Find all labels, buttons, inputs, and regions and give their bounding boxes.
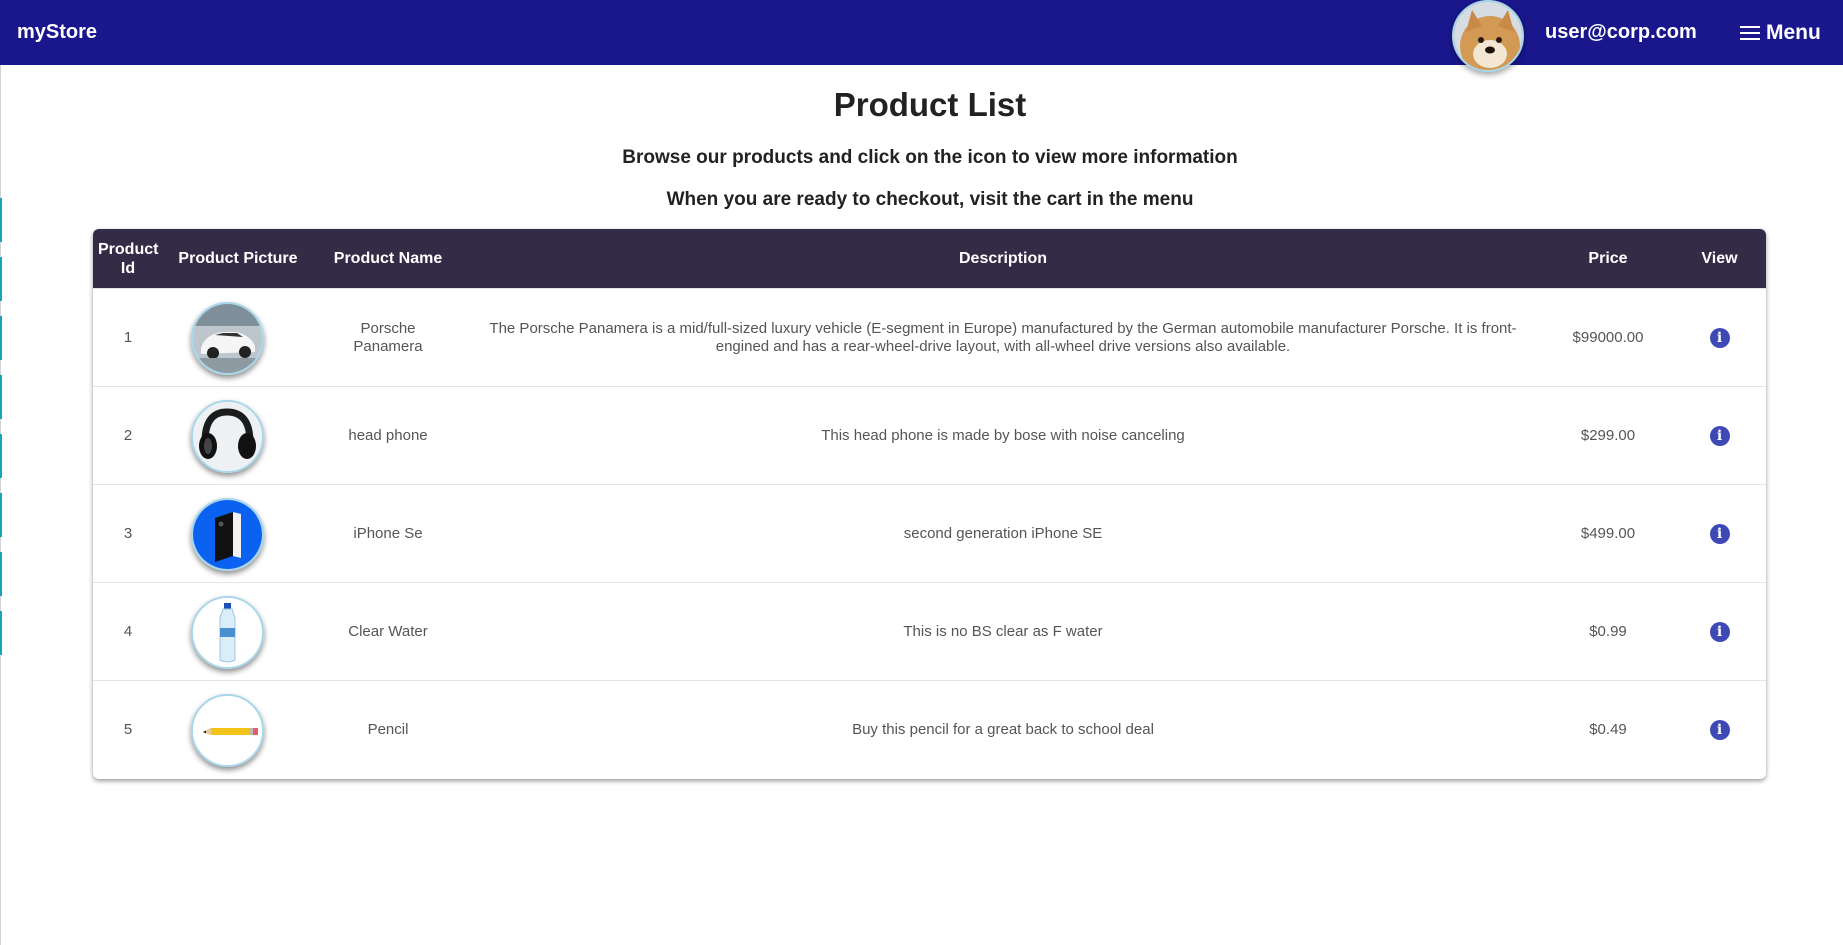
table-row: 3 iPhone Se second generation iPhone SE … (93, 484, 1766, 582)
info-icon[interactable]: i (1709, 622, 1730, 642)
product-table: Product Id Product Picture Product Name … (93, 229, 1766, 779)
product-price: $0.99 (1589, 623, 1627, 640)
info-icon[interactable]: i (1709, 328, 1730, 348)
product-id: 3 (123, 525, 133, 542)
header-product-picture: Product Picture (178, 250, 298, 267)
scroll-markers (0, 198, 3, 670)
product-price: $0.49 (1589, 721, 1627, 738)
product-picture-cell (163, 387, 313, 485)
header-description: Description (958, 250, 1047, 267)
page-subtitle-checkout: When you are ready to checkout, visit th… (666, 189, 1194, 210)
product-image-car (190, 301, 264, 375)
product-image-headphones (190, 399, 264, 473)
view-cell: i (1673, 583, 1766, 681)
product-name: Clear Water (348, 623, 428, 640)
doge-avatar-image (1454, 2, 1522, 70)
product-name: head phone (348, 427, 428, 444)
product-price: $99000.00 (1572, 329, 1644, 346)
product-id: 1 (123, 329, 133, 346)
table-row: 2 head phone This head phone is made by … (93, 386, 1766, 484)
page-title: Product List (833, 86, 1027, 123)
product-id: 2 (123, 427, 133, 444)
menu-label: Menu (1766, 21, 1821, 44)
table-header: Product Id Product Picture Product Name … (93, 229, 1766, 288)
view-cell: i (1673, 387, 1766, 485)
product-description: The Porsche Panamera is a mid/full-sized… (489, 320, 1517, 355)
product-description: This head phone is made by bose with noi… (821, 427, 1185, 444)
menu-icon (1740, 26, 1760, 40)
product-picture-cell (163, 681, 313, 779)
view-cell: i (1673, 289, 1766, 387)
menu-button[interactable]: Menu (1740, 19, 1821, 47)
table-row: 4 Clear Water This is no BS clear as F w… (93, 582, 1766, 680)
product-picture-cell (163, 289, 313, 387)
user-email: user@corp.com (1545, 21, 1697, 43)
product-picture-cell (163, 583, 313, 681)
product-description: Buy this pencil for a great back to scho… (852, 721, 1154, 738)
product-price: $499.00 (1580, 525, 1636, 542)
product-picture-cell (163, 485, 313, 583)
product-id: 5 (123, 721, 133, 738)
view-cell: i (1673, 681, 1766, 779)
top-navbar: myStore user@corp.com Menu (0, 0, 1843, 72)
product-description: This is no BS clear as F water (903, 623, 1103, 640)
user-avatar[interactable] (1452, 0, 1524, 72)
product-id: 4 (123, 623, 133, 640)
product-name: Porsche Panamera (353, 320, 423, 355)
header-product-id: Product Id (98, 240, 159, 277)
brand-link[interactable]: myStore (17, 21, 97, 44)
table-row: 5 Pencil Buy this pencil for a great bac… (93, 680, 1766, 778)
product-description: second generation iPhone SE (903, 525, 1103, 542)
info-icon[interactable]: i (1709, 720, 1730, 740)
info-icon[interactable]: i (1709, 524, 1730, 544)
product-image-pencil (190, 693, 264, 767)
product-name: iPhone Se (353, 525, 423, 542)
product-image-water-bottle (190, 595, 264, 669)
view-cell: i (1673, 485, 1766, 583)
info-icon[interactable]: i (1709, 426, 1730, 446)
product-price: $299.00 (1580, 427, 1636, 444)
product-image-phone (190, 497, 264, 571)
table-row: 1 Porsche Panamera The Porsche Panamera … (93, 288, 1766, 386)
header-price: Price (1588, 250, 1628, 267)
product-name: Pencil (367, 721, 409, 738)
header-product-name: Product Name (333, 250, 443, 267)
header-view: View (1701, 250, 1738, 267)
page-subtitle-browse: Browse our products and click on the ico… (622, 147, 1238, 168)
